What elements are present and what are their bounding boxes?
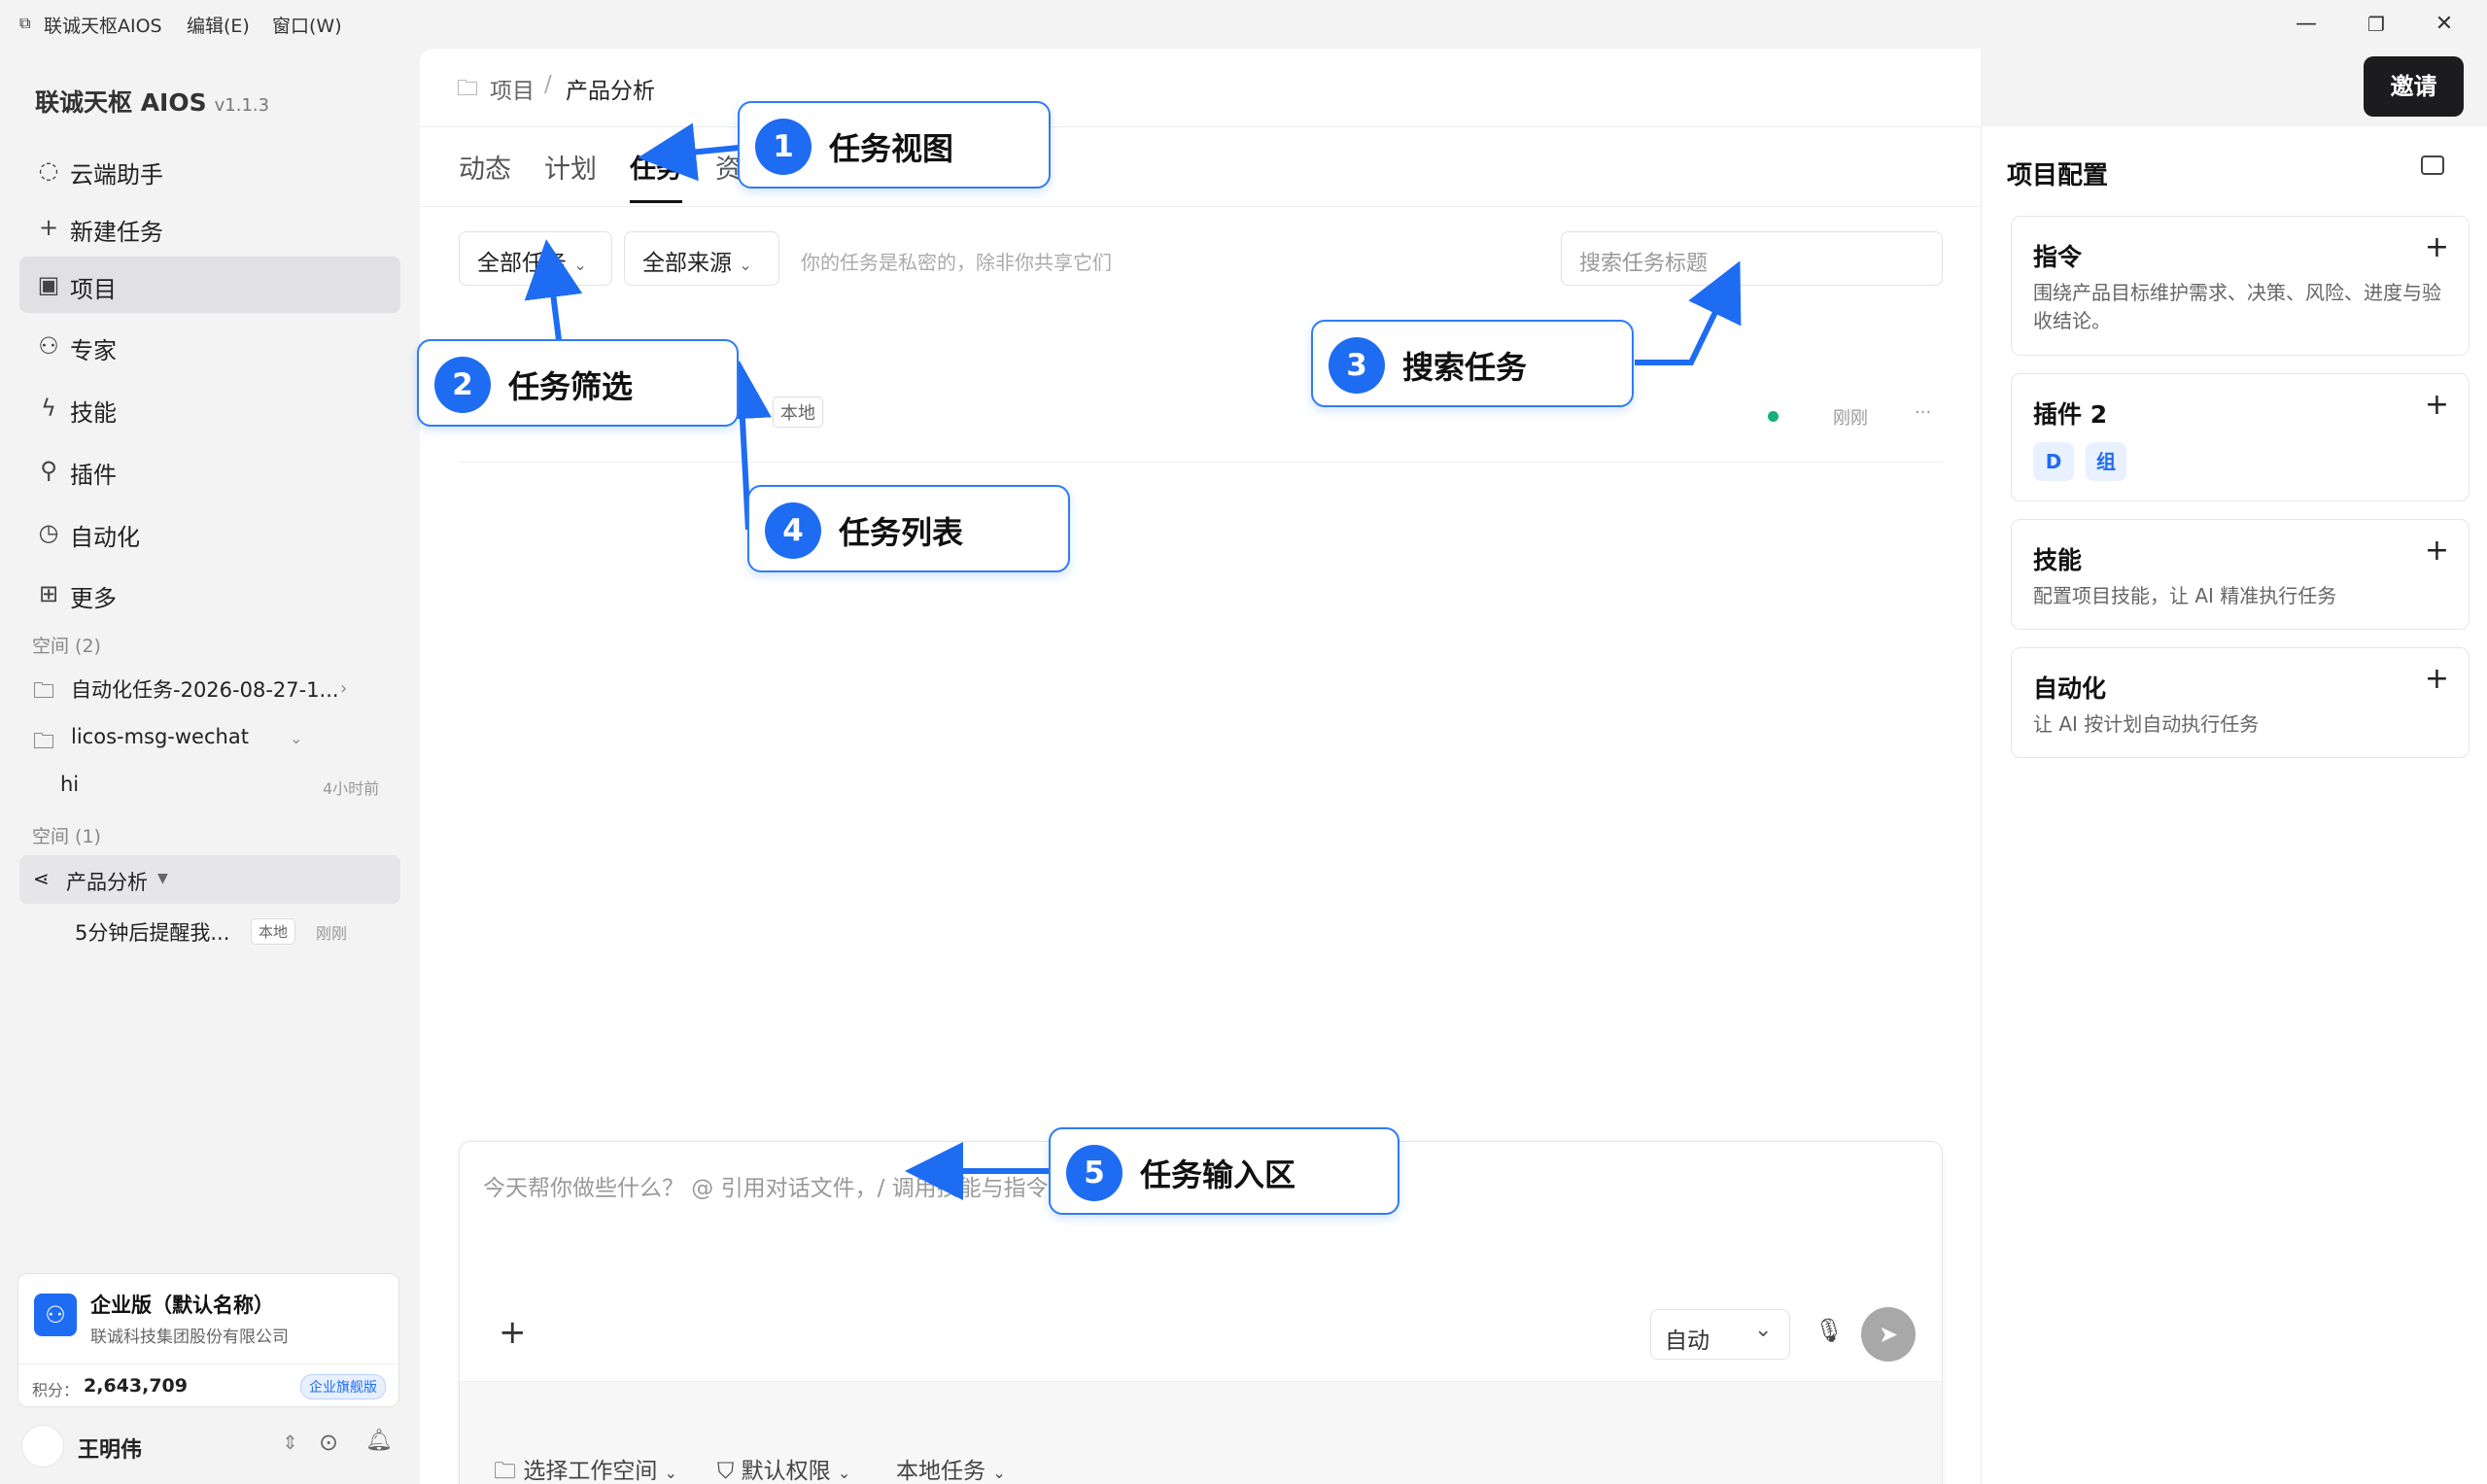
callout-number: 5 [1066,1145,1123,1201]
callout-text: 任务输入区 [1140,1156,1296,1193]
callout-text: 搜索任务 [1402,349,1528,386]
callout-task-view: 1 任务视图 [738,101,1051,189]
callout-number: 2 [434,357,491,413]
callout-task-input: 5 任务输入区 [1049,1127,1399,1215]
annotation-arrows [524,122,1742,1200]
callout-number: 1 [755,119,812,175]
arrow-1 [638,122,740,182]
callout-number: 4 [765,502,821,559]
arrow-2 [524,239,583,341]
callout-task-filter: 2 任务筛选 [417,339,739,427]
callout-task-list: 4 任务列表 [747,485,1070,572]
callout-text: 任务视图 [829,130,954,167]
callout-number: 3 [1329,337,1385,394]
arrow-3 [1635,260,1742,365]
callout-text: 任务筛选 [508,368,634,405]
callout-search-task: 3 搜索任务 [1311,320,1634,407]
callout-text: 任务列表 [839,514,964,551]
